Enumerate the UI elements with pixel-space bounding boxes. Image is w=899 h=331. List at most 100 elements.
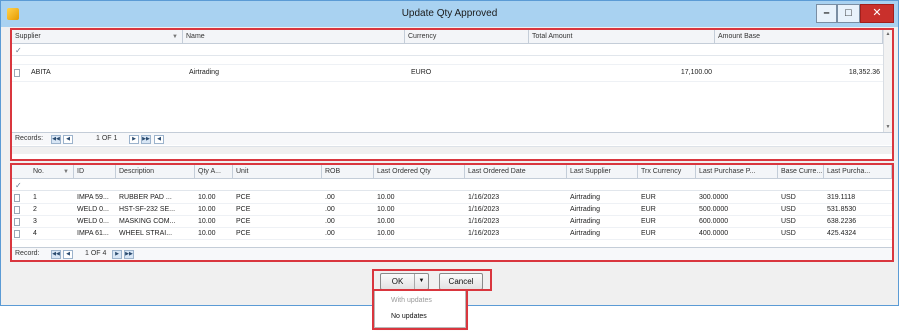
next-record-icon[interactable]: ▶ [112,250,122,259]
cell-last-qty: 10.00 [377,194,395,201]
column-header-last-purchase[interactable]: Last Purcha... [824,165,892,179]
cell-description: RUBBER PAD ... [119,194,172,201]
table-row[interactable]: 1 IMPA 59... RUBBER PAD ... 10.00 PCE .00 10.0… [12,192,892,204]
cell-last-qty: 10.00 [377,206,395,213]
cell-rob: .00 [325,194,335,201]
cell-no: 4 [33,230,37,237]
column-header-name[interactable]: Name [183,30,405,44]
filter-check-icon: ✓ [15,181,22,190]
item-grid: No. ▼ ID Description Qty A... Unit ROB L… [11,164,893,261]
nav-extra-icon[interactable]: ◀ [154,135,164,144]
nav-label: Records: [15,135,44,142]
scroll-up-icon[interactable]: ▲ [884,30,892,39]
menu-item-with-updates[interactable]: With updates [375,294,465,308]
column-header-last-ordered-qty[interactable]: Last Ordered Qty [374,165,465,179]
cell-last-price: 300.0000 [699,194,729,201]
cell-supplier: ABITA [31,69,51,76]
record-navigator: Record: ◀◀ ◀ 1 OF 4 ▶ ▶▶ [12,247,892,260]
sort-arrow-icon: ▼ [172,34,178,40]
cell-last-purchase: 638.2236 [827,218,857,225]
row-selector[interactable] [14,206,20,214]
cell-last-price: 400.0000 [699,230,729,237]
table-row[interactable]: 4 IMPA 61... WHEEL STRAI... 10.00 PCE .00 10.0… [12,228,892,240]
cell-rob: .00 [325,218,335,225]
cell-qty: 10.00 [198,230,216,237]
cell-trx-currency: EUR [641,194,656,201]
last-record-icon[interactable]: ▶▶ [124,250,134,259]
table-row[interactable]: 3 WELD 0... MASKING COM... 10.00 PCE .00 10.00… [12,216,892,228]
maximize-button[interactable]: □ [837,4,860,23]
cell-last-qty: 10.00 [377,230,395,237]
cell-last-price: 500.0000 [699,206,729,213]
cell-last-purchase: 319.1118 [827,194,856,201]
row-selector[interactable] [14,230,20,238]
cell-unit: PCE [236,218,251,225]
cell-last-supplier: Airtrading [570,230,600,237]
first-record-icon[interactable]: ◀◀ [51,135,61,144]
scroll-down-icon[interactable]: ▼ [884,123,892,132]
cell-rob: .00 [325,230,335,237]
cell-name: Airtrading [189,69,219,76]
record-position: 1 OF 1 [96,135,118,142]
ok-dropdown-menu: With updates No updates [374,290,466,328]
close-button[interactable]: ✕ [860,4,894,23]
minimize-button[interactable]: – [816,4,837,23]
column-header-no[interactable]: No. ▼ [30,165,74,179]
column-header-qty[interactable]: Qty A... [195,165,233,179]
filter-row[interactable]: ✓ [12,44,883,56]
cell-unit: PCE [236,230,251,237]
column-header-total-amount[interactable]: Total Amount [529,30,715,44]
cell-id: WELD 0... [77,218,109,225]
ok-split-button[interactable]: OK ▼ [380,273,429,290]
column-header-supplier[interactable]: Supplier ▼ [12,30,183,44]
column-header-unit[interactable]: Unit [233,165,322,179]
dropdown-arrow-icon[interactable]: ▼ [414,274,428,289]
row-selector[interactable] [14,218,20,226]
filter-check-icon: ✓ [15,46,22,55]
column-header-id[interactable]: ID [74,165,116,179]
cell-unit: PCE [236,194,251,201]
column-header-currency[interactable]: Currency [405,30,529,44]
cell-id: IMPA 59... [77,194,109,201]
title-bar[interactable]: Update Qty Approved – □ ✕ [1,1,898,27]
cell-unit: PCE [236,206,251,213]
horizontal-scrollbar[interactable] [12,146,892,154]
cell-qty: 10.00 [198,206,216,213]
cell-description: MASKING COM... [119,218,176,225]
filter-row[interactable]: ✓ [12,179,892,191]
cell-last-purchase: 531.8530 [827,206,857,213]
column-header-trx-currency[interactable]: Trx Currency [638,165,696,179]
column-header-amount-base[interactable]: Amount Base [715,30,883,44]
cell-no: 2 [33,206,37,213]
cell-trx-currency: EUR [641,206,656,213]
cell-base-currency: USD [781,218,796,225]
cell-rob: .00 [325,206,335,213]
column-header-last-supplier[interactable]: Last Supplier [567,165,638,179]
cell-total-amount: 17,100.00 [680,69,712,76]
table-row[interactable]: ABITA Airtrading EURO 17,100.00 18,352.3… [12,67,883,79]
next-record-icon[interactable]: ▶ [129,135,139,144]
table-row[interactable]: 2 WELD 0... HST-SF-232 SE... 10.00 PCE .00 10.… [12,204,892,216]
ok-button-label[interactable]: OK [381,274,414,289]
column-header-last-ordered-date[interactable]: Last Ordered Date [465,165,567,179]
column-header-description[interactable]: Description [116,165,195,179]
row-divider [12,64,883,65]
supplier-grid-header: Supplier ▼ Name Currency Total Amount Am… [12,30,883,44]
cell-qty: 10.00 [198,218,216,225]
column-header-base-currency[interactable]: Base Curre... [778,165,824,179]
row-selector[interactable] [14,69,20,77]
last-record-icon[interactable]: ▶▶ [141,135,151,144]
cell-amount-base: 18,352.36 [848,69,880,76]
cell-description: WHEEL STRAI... [119,230,173,237]
cell-last-qty: 10.00 [377,218,395,225]
cell-no: 1 [33,194,37,201]
previous-record-icon[interactable]: ◀ [63,250,73,259]
vertical-scrollbar[interactable]: ▲ ▼ [883,30,892,132]
cancel-button[interactable]: Cancel [439,273,483,290]
menu-item-no-updates[interactable]: No updates [375,310,465,324]
row-selector[interactable] [14,194,20,202]
first-record-icon[interactable]: ◀◀ [51,250,61,259]
previous-record-icon[interactable]: ◀ [63,135,73,144]
column-header-rob[interactable]: ROB [322,165,374,179]
column-header-last-purchase-price[interactable]: Last Purchase P... [696,165,778,179]
